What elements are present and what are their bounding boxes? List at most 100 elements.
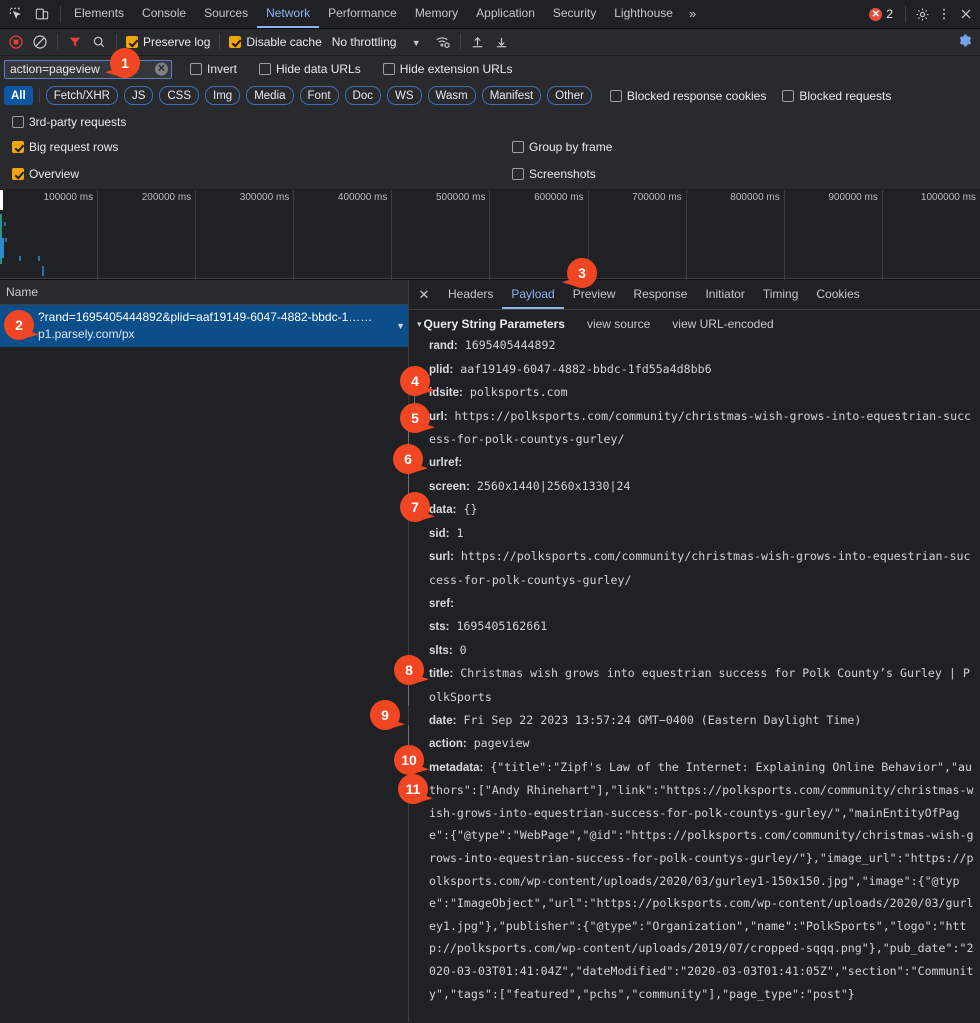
tab-elements[interactable]: Elements — [65, 0, 133, 28]
tab-response[interactable]: Response — [624, 280, 696, 309]
disable-cache-checkbox-box[interactable] — [229, 36, 242, 48]
hide-data-urls-checkbox-box[interactable] — [259, 63, 272, 75]
tab-headers[interactable]: Headers — [439, 280, 502, 309]
view-source-link[interactable]: view source — [587, 317, 650, 331]
record-stop-icon[interactable] — [4, 31, 28, 53]
param-sref[interactable]: sref: — [429, 592, 976, 616]
export-har-icon[interactable] — [490, 31, 514, 53]
overview-tick-cell: 400000 ms — [294, 190, 393, 280]
error-count-badge[interactable]: ✕ 2 — [863, 7, 899, 21]
param-plid[interactable]: plid: aaf19149-6047-4882-bbdc-1fd55a4d8b… — [429, 358, 976, 382]
param-data[interactable]: data: {} — [429, 498, 976, 522]
big-request-rows-checkbox[interactable]: Big request rows — [12, 140, 504, 154]
inspect-element-icon[interactable] — [6, 4, 26, 24]
hide-extension-urls-checkbox[interactable]: Hide extension URLs — [382, 62, 512, 76]
type-chip-css[interactable]: CSS — [159, 86, 200, 105]
param-idsite[interactable]: idsite: polksports.com — [429, 381, 976, 405]
param-action[interactable]: action: pageview — [429, 732, 976, 756]
tab-network[interactable]: Network — [257, 0, 320, 28]
tab-console[interactable]: Console — [133, 0, 195, 28]
throttling-select[interactable]: No throttling ▼ — [332, 35, 421, 49]
param-urlref[interactable]: urlref: — [429, 451, 976, 475]
type-chip-fetch-xhr[interactable]: Fetch/XHR — [45, 86, 118, 105]
tab-timing[interactable]: Timing — [754, 280, 808, 309]
type-chip-media[interactable]: Media — [246, 86, 294, 105]
tab-security[interactable]: Security — [544, 0, 605, 28]
toolbar-divider-2 — [905, 5, 906, 23]
preserve-log-checkbox[interactable]: Preserve log — [126, 35, 210, 49]
tab-performance[interactable]: Performance — [319, 0, 406, 28]
overview-window-handle-left[interactable] — [0, 190, 3, 210]
group-by-frame-checkbox[interactable]: Group by frame — [512, 140, 612, 154]
tab-lighthouse[interactable]: Lighthouse — [605, 0, 682, 28]
query-string-section-header[interactable]: ▾ Query String Parameters view source vi… — [413, 317, 976, 331]
param-value: pageview — [473, 736, 530, 751]
overview-label: Overview — [29, 167, 80, 181]
param-metadata[interactable]: metadata: {"title":"Zipf's Law of the In… — [429, 756, 976, 1006]
blocked-requests-checkbox[interactable]: Blocked requests — [782, 89, 891, 103]
param-slts[interactable]: slts: 0 — [429, 639, 976, 663]
type-chip-all[interactable]: All — [4, 86, 33, 105]
filter-input[interactable] — [4, 59, 172, 79]
tab-cookies[interactable]: Cookies — [807, 280, 868, 309]
third-party-requests-checkbox-box[interactable] — [12, 115, 24, 128]
disable-cache-checkbox[interactable]: Disable cache — [229, 35, 322, 49]
screenshots-checkbox-box[interactable] — [512, 168, 524, 180]
param-surl[interactable]: surl: https://polksports.com/community/c… — [429, 545, 976, 591]
big-request-rows-checkbox-box[interactable] — [12, 141, 24, 153]
type-chip-doc[interactable]: Doc — [344, 86, 381, 105]
screenshots-checkbox[interactable]: Screenshots — [512, 167, 612, 181]
hide-data-urls-checkbox[interactable]: Hide data URLs — [259, 62, 361, 76]
tab-application[interactable]: Application — [467, 0, 544, 28]
overview-bar — [38, 256, 40, 261]
chevron-down-icon[interactable]: ▼ — [396, 321, 405, 331]
param-value: Fri Sep 22 2023 13:57:24 GMT−0400 (Easte… — [463, 712, 862, 727]
param-rand[interactable]: rand: 1695405444892 — [429, 334, 976, 358]
overview-checkbox-box[interactable] — [12, 168, 24, 180]
type-chip-ws[interactable]: WS — [387, 86, 422, 105]
param-title[interactable]: title: Christmas wish grows into equestr… — [429, 662, 976, 708]
device-toolbar-icon[interactable] — [32, 4, 52, 24]
tab-memory[interactable]: Memory — [406, 0, 467, 28]
network-overview-timeline[interactable]: 100000 ms 200000 ms 300000 ms 400000 ms … — [0, 190, 980, 280]
filter-funnel-icon[interactable] — [63, 31, 87, 53]
close-icon[interactable] — [956, 4, 976, 24]
invert-checkbox-box[interactable] — [190, 63, 202, 75]
preserve-log-checkbox-box[interactable] — [126, 36, 138, 48]
more-tabs-chevron-icon[interactable]: » — [682, 0, 703, 28]
clear-filter-icon[interactable]: ✕ — [155, 62, 168, 76]
tab-initiator[interactable]: Initiator — [696, 280, 753, 309]
param-sts[interactable]: sts: 1695405162661 — [429, 615, 976, 639]
table-row[interactable]: ?rand=1695405444892&plid=aaf19149-6047-4… — [0, 305, 408, 347]
type-chip-manifest[interactable]: Manifest — [481, 86, 542, 105]
gear-icon[interactable] — [912, 4, 932, 24]
more-vertical-icon[interactable] — [934, 4, 954, 24]
invert-checkbox[interactable]: Invert — [190, 62, 237, 76]
hide-extension-urls-checkbox-box[interactable] — [382, 63, 395, 75]
type-chip-wasm[interactable]: Wasm — [427, 86, 476, 105]
third-party-requests-checkbox[interactable]: 3rd-party requests — [12, 115, 126, 129]
param-screen[interactable]: screen: 2560x1440|2560x1330|24 — [429, 475, 976, 499]
param-sid[interactable]: sid: 1 — [429, 522, 976, 546]
disclosure-triangle-icon[interactable]: ▾ — [417, 319, 422, 330]
tab-sources[interactable]: Sources — [195, 0, 257, 28]
type-chip-other[interactable]: Other — [547, 86, 592, 105]
overview-checkbox[interactable]: Overview — [12, 167, 504, 181]
close-detail-icon[interactable]: ✕ — [409, 280, 439, 309]
param-date[interactable]: date: Fri Sep 22 2023 13:57:24 GMT−0400 … — [429, 709, 976, 733]
blocked-response-cookies-checkbox-box[interactable] — [609, 89, 622, 102]
type-chip-js[interactable]: JS — [123, 86, 154, 105]
network-conditions-icon[interactable] — [431, 31, 455, 53]
import-har-icon[interactable] — [466, 31, 490, 53]
type-chip-font[interactable]: Font — [299, 86, 339, 105]
param-url[interactable]: url: https://polksports.com/community/ch… — [429, 405, 976, 451]
clear-network-log-icon[interactable] — [28, 31, 52, 53]
blocked-requests-checkbox-box[interactable] — [782, 89, 795, 102]
search-icon[interactable] — [87, 31, 111, 53]
tab-payload[interactable]: Payload — [502, 280, 564, 309]
network-settings-gear-icon[interactable] — [957, 33, 976, 51]
blocked-response-cookies-checkbox[interactable]: Blocked response cookies — [609, 89, 766, 103]
group-by-frame-checkbox-box[interactable] — [512, 141, 524, 153]
type-chip-img[interactable]: Img — [205, 86, 241, 105]
view-url-encoded-link[interactable]: view URL-encoded — [672, 317, 773, 331]
